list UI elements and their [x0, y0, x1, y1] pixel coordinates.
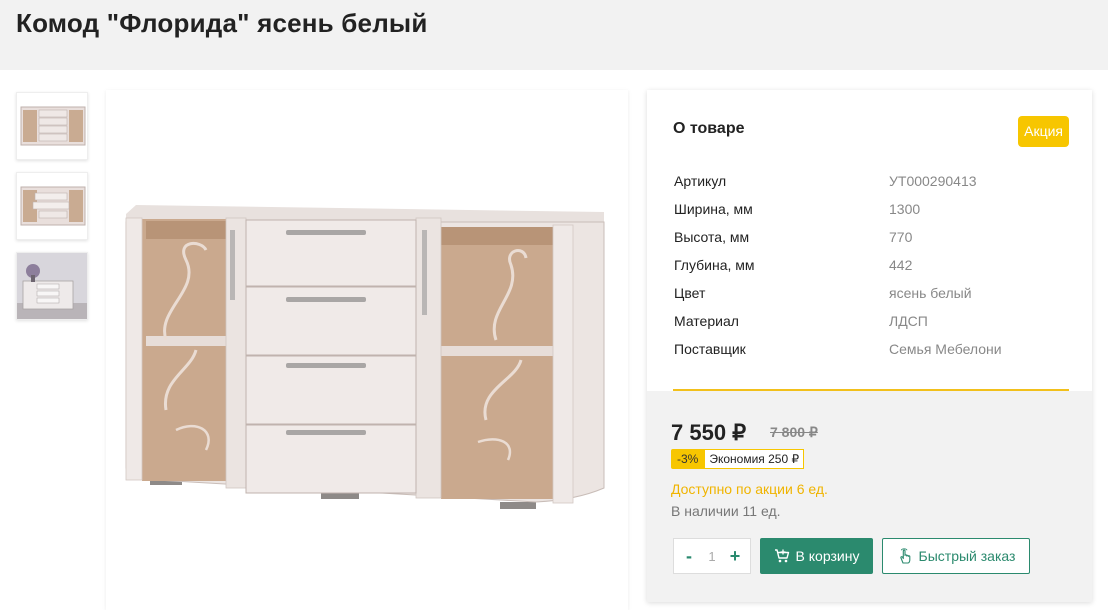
quantity-increase-button[interactable]: + [728, 546, 742, 567]
product-info-panel: О товаре Акция Артикул УТ000290413 Ширин… [647, 90, 1092, 602]
current-price: 7 550 ₽ [671, 420, 747, 445]
stock-status: В наличии 11 ед. [671, 503, 781, 519]
property-key: Поставщик [674, 341, 746, 357]
discount-percent: -3% [671, 449, 705, 469]
quantity-stepper: - 1 + [673, 538, 751, 574]
cart-icon [774, 549, 789, 563]
add-to-cart-label: В корзину [795, 548, 860, 564]
hand-pointer-icon [899, 548, 910, 564]
property-value: УТ000290413 [889, 173, 977, 189]
thumbnail-1[interactable] [16, 92, 88, 160]
thumbnail-2[interactable] [16, 172, 88, 240]
property-key: Ширина, мм [674, 201, 753, 217]
property-value: 1300 [889, 201, 921, 217]
thumbnail-3[interactable] [16, 252, 88, 320]
property-value: 442 [889, 257, 913, 273]
dresser-illustration [125, 205, 605, 509]
property-value[interactable]: Семья Мебелони [889, 341, 1002, 357]
property-value: 770 [889, 229, 913, 245]
property-row: Цвет ясень белый [674, 279, 1074, 307]
property-key: Высота, мм [674, 229, 750, 245]
quick-order-button[interactable]: Быстрый заказ [882, 538, 1030, 574]
property-key: Глубина, мм [674, 257, 755, 273]
old-price: 7 800 ₽ [770, 424, 818, 440]
property-value: ясень белый [889, 285, 972, 301]
dresser-open-thumbnail-image [17, 173, 87, 239]
buy-box: 7 550 ₽ 7 800 ₽ -3% Экономия 250 ₽ Досту… [647, 391, 1092, 602]
property-row: Артикул УТ000290413 [674, 167, 1074, 195]
page-title: Комод "Флорида" ясень белый [16, 8, 428, 38]
property-key: Цвет [674, 285, 706, 301]
property-row: Поставщик Семья Мебелони [674, 335, 1074, 363]
quick-order-label: Быстрый заказ [918, 548, 1016, 564]
property-row: Глубина, мм 442 [674, 251, 1074, 279]
savings-label: Экономия 250 ₽ [704, 449, 805, 469]
discount-badge: -3% Экономия 250 ₽ [671, 449, 805, 469]
property-row: Материал ЛДСП [674, 307, 1074, 335]
main-product-image[interactable] [106, 90, 628, 610]
property-row: Ширина, мм 1300 [674, 195, 1074, 223]
title-bar: Комод "Флорида" ясень белый [0, 0, 1108, 70]
quantity-decrease-button[interactable]: - [682, 546, 696, 567]
about-title: О товаре [673, 120, 745, 137]
property-value: ЛДСП [889, 313, 928, 329]
property-key: Артикул [674, 173, 727, 189]
add-to-cart-button[interactable]: В корзину [760, 538, 873, 574]
dresser-interior-thumbnail-image [17, 253, 87, 319]
thumbnail-gallery [16, 92, 88, 332]
properties-list: Артикул УТ000290413 Ширина, мм 1300 Высо… [674, 167, 1074, 363]
property-key: Материал [674, 313, 739, 329]
dresser-thumbnail-image [17, 93, 87, 159]
property-row: Высота, мм 770 [674, 223, 1074, 251]
quantity-input[interactable]: 1 [708, 549, 715, 564]
promo-availability: Доступно по акции 6 ед. [671, 481, 828, 497]
promo-badge: Акция [1018, 116, 1069, 147]
